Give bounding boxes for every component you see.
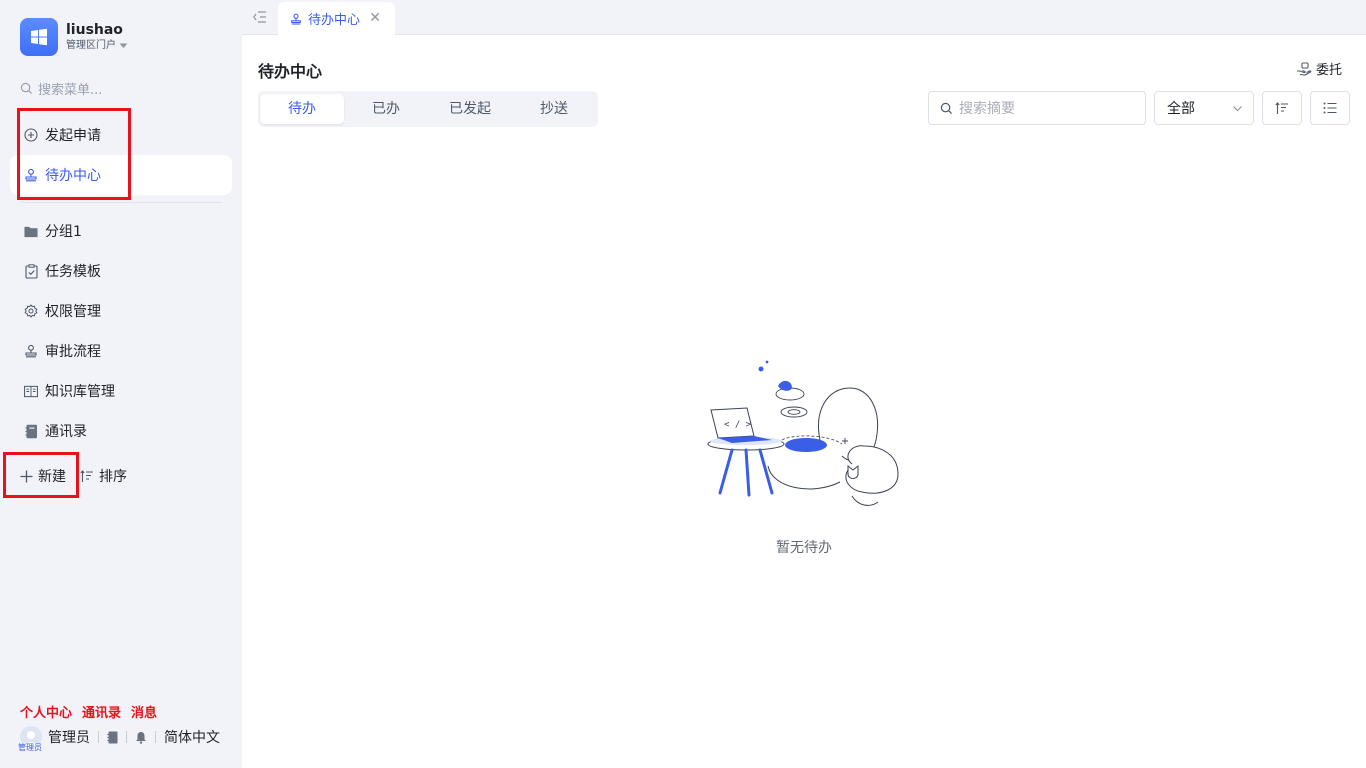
tab-label: 待办中心 (308, 13, 361, 28)
list-icon (1323, 102, 1337, 114)
sidebar-item-knowledge-base[interactable]: 知识库管理 (10, 371, 232, 411)
sidebar-item-approval-flow[interactable]: 审批流程 (10, 331, 232, 371)
search-icon (940, 102, 953, 114)
folder-icon (24, 224, 38, 238)
sort-button[interactable]: 排序 (80, 466, 127, 486)
sidebar-item-permissions[interactable]: 权限管理 (10, 291, 232, 331)
brand[interactable]: liushao 管理区门户 (20, 18, 128, 56)
tab-todo-center[interactable]: 待办中心 ✕ (278, 2, 395, 35)
list-view-button[interactable] (1310, 91, 1350, 125)
svg-text:< / >: < / > (724, 420, 752, 430)
sort-icon (1275, 101, 1288, 114)
empty-state-text: 暂无待办 (776, 540, 832, 556)
tab-initiated[interactable]: 已发起 (428, 94, 512, 124)
sidebar: liushao 管理区门户 搜索菜单... 发起申请 待办中心 分组1 任务模板… (0, 0, 242, 768)
search-icon (20, 82, 33, 94)
menu-search-placeholder: 搜索菜单... (38, 82, 103, 98)
footer-divider (155, 731, 156, 743)
sort-label: 排序 (99, 469, 127, 485)
avatar[interactable]: 管理员 (18, 726, 42, 752)
contacts-book-icon (24, 424, 38, 438)
delegate-label: 委托 (1316, 63, 1343, 78)
bell-icon[interactable] (135, 731, 147, 744)
user-name[interactable]: 管理员 (48, 727, 90, 747)
caret-down-icon (119, 43, 128, 48)
filter-value: 全部 (1167, 101, 1195, 117)
sidebar-footer: 管理员 管理员 简体中文 (18, 724, 220, 752)
contacts-book-icon[interactable] (107, 731, 118, 744)
sidebar-item-group1[interactable]: 分组1 (10, 211, 232, 251)
sidebar-item-label: 审批流程 (45, 344, 101, 360)
footer-divider (126, 731, 127, 743)
tab-todo[interactable]: 待办 (260, 94, 344, 124)
delegate-button[interactable]: 委托 (1296, 59, 1342, 78)
brand-name: liushao (66, 22, 123, 38)
sidebar-divider (20, 202, 222, 203)
avatar-label: 管理员 (18, 743, 42, 752)
sidebar-item-label: 权限管理 (45, 304, 101, 320)
collapse-sidebar-icon[interactable] (252, 9, 268, 25)
portal-switcher[interactable]: 管理区门户 (66, 39, 128, 53)
tab-bar: 待办中心 ✕ (242, 0, 1366, 35)
empty-state-illustration: < / > (707, 360, 899, 506)
sidebar-item-label: 知识库管理 (45, 384, 115, 400)
sort-button[interactable] (1262, 91, 1302, 125)
highlight-box-new (3, 452, 79, 498)
page-title: 待办中心 (258, 62, 323, 81)
summary-search-input[interactable]: 搜索摘要 (928, 91, 1146, 125)
tab-cc[interactable]: 抄送 (512, 94, 596, 124)
windows-logo-icon (20, 18, 58, 56)
personal-center-link[interactable]: 个人中心 (20, 702, 72, 721)
status-tabs: 待办 已办 已发起 抄送 (258, 91, 598, 127)
language-switcher[interactable]: 简体中文 (164, 727, 220, 747)
close-icon[interactable]: ✕ (369, 11, 381, 25)
sort-icon (80, 469, 93, 482)
search-placeholder: 搜索摘要 (959, 101, 1015, 117)
gear-icon (24, 304, 38, 318)
highlight-box-quick-items (17, 108, 131, 200)
messages-link[interactable]: 消息 (131, 702, 157, 721)
chevron-down-icon (1233, 106, 1242, 112)
footer-divider (98, 731, 99, 743)
filter-select[interactable]: 全部 (1154, 91, 1254, 125)
sidebar-item-label: 任务模板 (45, 264, 101, 280)
sidebar-item-task-templates[interactable]: 任务模板 (10, 251, 232, 291)
annotation-links: 个人中心 通讯录 消息 (20, 702, 157, 721)
menu-search-input[interactable]: 搜索菜单... (20, 78, 220, 98)
stamp-icon (291, 13, 301, 24)
sidebar-item-label: 通讯录 (45, 424, 87, 440)
hand-give-icon (1297, 61, 1312, 76)
sidebar-item-label: 分组1 (45, 224, 82, 240)
stamp-icon (24, 344, 38, 358)
portal-label: 管理区门户 (66, 40, 116, 51)
contacts-link[interactable]: 通讯录 (82, 702, 121, 721)
clipboard-check-icon (24, 263, 38, 279)
tab-done[interactable]: 已办 (344, 94, 428, 124)
book-open-icon (24, 384, 38, 398)
sidebar-item-contacts[interactable]: 通讯录 (10, 411, 232, 451)
